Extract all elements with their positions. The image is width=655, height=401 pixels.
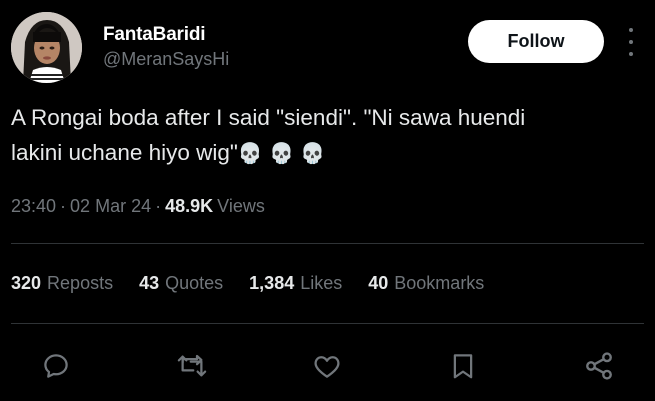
divider xyxy=(11,323,644,324)
repost-button[interactable] xyxy=(175,349,209,383)
stat-count: 320 xyxy=(11,273,42,293)
like-button[interactable] xyxy=(310,349,344,383)
stat-quotes[interactable]: 43 Quotes xyxy=(139,273,223,294)
like-icon xyxy=(314,356,340,378)
engagement-stats: 320 Reposts 43 Quotes 1,384 Likes 40 Boo… xyxy=(11,273,510,294)
reply-icon xyxy=(44,354,68,378)
tweet-text-line-1: A Rongai boda after I said "siendi". "Ni… xyxy=(11,105,526,130)
bookmark-icon xyxy=(453,354,473,379)
follow-button[interactable]: Follow xyxy=(468,20,604,63)
views-label: Views xyxy=(217,196,265,216)
tweet-time[interactable]: 23:40 xyxy=(11,196,56,217)
tweet-text-line-2: lakini uchane hiyo wig"💀 💀 💀 xyxy=(11,135,641,171)
share-button[interactable] xyxy=(582,349,616,383)
stat-label: Quotes xyxy=(165,273,224,293)
divider xyxy=(11,243,644,244)
bookmark-button[interactable] xyxy=(446,349,480,383)
tweet-date[interactable]: 02 Mar 24 xyxy=(70,196,151,217)
stat-label: Bookmarks xyxy=(394,273,485,293)
repost-icon xyxy=(177,354,207,377)
stat-label: Likes xyxy=(300,273,343,293)
user-avatar-photo xyxy=(11,12,82,83)
share-icon xyxy=(586,352,612,380)
avatar[interactable] xyxy=(11,12,82,83)
action-bar xyxy=(0,349,655,385)
views-count: 48.9K xyxy=(165,196,214,216)
meta-separator: · xyxy=(60,196,67,216)
stat-likes[interactable]: 1,384 Likes xyxy=(249,273,342,294)
skull-emoji-icon: 💀 💀 💀 xyxy=(237,141,326,165)
meta-separator: · xyxy=(155,196,162,216)
stat-count: 40 xyxy=(368,273,389,293)
tweet-text-line-2-text: lakini uchane hiyo wig" xyxy=(11,140,238,165)
tweet-text: A Rongai boda after I said "siendi". "Ni… xyxy=(11,100,641,171)
author-display-name[interactable]: FantaBaridi xyxy=(103,24,206,46)
more-vertical-icon[interactable] xyxy=(622,28,640,56)
stat-count: 1,384 xyxy=(249,273,295,293)
stat-reposts[interactable]: 320 Reposts xyxy=(11,273,113,294)
tweet-meta: 23:40 · 02 Mar 24 · 48.9K Views xyxy=(11,196,265,217)
stat-label: Reposts xyxy=(47,273,114,293)
stat-count: 43 xyxy=(139,273,160,293)
author-handle[interactable]: @MeranSaysHi xyxy=(103,49,229,70)
stat-bookmarks[interactable]: 40 Bookmarks xyxy=(368,273,484,294)
reply-button[interactable] xyxy=(39,349,73,383)
